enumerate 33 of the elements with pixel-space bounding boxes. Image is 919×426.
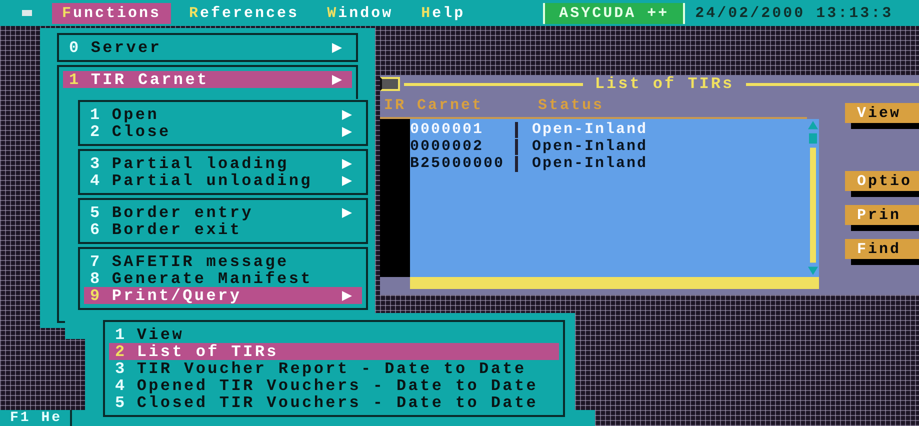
menu-item[interactable]: 1 TIR Carnet bbox=[63, 71, 352, 88]
menu-item[interactable]: 2 Close bbox=[84, 123, 362, 140]
table-cell[interactable]: B25000000 bbox=[410, 155, 515, 172]
menu-item[interactable]: 5 Border entry bbox=[84, 204, 362, 221]
table-cell[interactable]: Open-Inland bbox=[532, 155, 682, 172]
window-button[interactable]: View bbox=[845, 103, 919, 123]
menu-title[interactable]: Functions bbox=[52, 2, 172, 24]
menu-item[interactable]: 4 Opened TIR Vouchers - Date to Date bbox=[109, 377, 559, 394]
window-title: List of TIRs bbox=[594, 75, 736, 93]
menu-item[interactable]: 2 List of TIRs bbox=[109, 343, 559, 360]
close-icon[interactable] bbox=[380, 77, 400, 91]
menu-item[interactable]: 3 TIR Voucher Report - Date to Date bbox=[109, 360, 559, 377]
vertical-scrollbar[interactable] bbox=[808, 121, 818, 275]
menu-item[interactable]: 7 SAFETIR message bbox=[84, 253, 362, 270]
menu-item[interactable]: 6 Border exit bbox=[84, 221, 362, 238]
menu-item[interactable]: 5 Closed TIR Vouchers - Date to Date bbox=[109, 394, 559, 411]
table-cell[interactable]: 0000002 bbox=[410, 138, 515, 155]
menu-item[interactable]: 8 Generate Manifest bbox=[84, 270, 362, 287]
menu-item[interactable]: 1 Open bbox=[84, 106, 362, 123]
status-text: F1 He bbox=[0, 410, 72, 426]
horizontal-scrollbar[interactable] bbox=[410, 277, 819, 289]
column-header: Status bbox=[537, 96, 606, 114]
menu-item[interactable]: 4 Partial unloading bbox=[84, 172, 362, 189]
menu-item[interactable]: 9 Print/Query bbox=[84, 287, 362, 304]
menu-item[interactable]: 3 Partial loading bbox=[84, 155, 362, 172]
app-name: ASYCUDA ++ bbox=[543, 2, 686, 24]
menu-item[interactable]: 1 View bbox=[109, 326, 559, 343]
window-button[interactable]: Find bbox=[845, 239, 919, 259]
window-button[interactable]: Prin bbox=[845, 205, 919, 225]
window-button[interactable]: Optio bbox=[845, 171, 919, 191]
table-cell[interactable]: Open-Inland bbox=[532, 138, 682, 155]
column-header: IR Carnet bbox=[383, 96, 484, 114]
date-time: 24/02/2000 13:13:3 bbox=[695, 4, 894, 22]
